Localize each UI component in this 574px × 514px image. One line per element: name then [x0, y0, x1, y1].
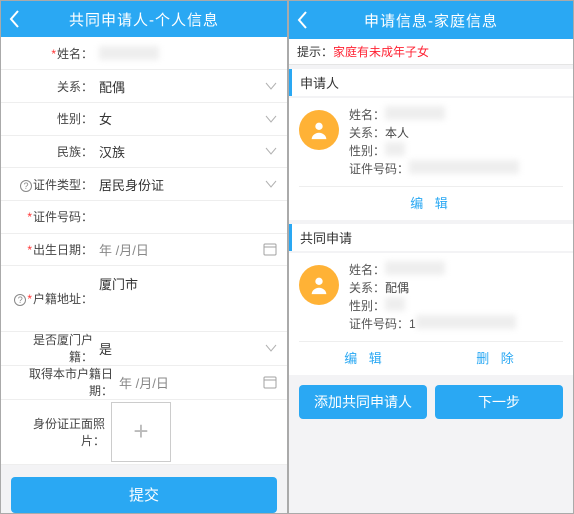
left-panel: 共同申请人-个人信息 *姓名： 关系： 配偶 性别： 女 民族： 汉族 ?证件类…	[0, 0, 288, 514]
help-icon[interactable]: ?	[14, 294, 26, 306]
chevron-down-icon	[265, 145, 277, 157]
tip-bar: 提示：家庭有未成年子女	[289, 39, 573, 65]
edit-link[interactable]: 编 辑	[410, 193, 452, 212]
row-addr[interactable]: ?*户籍地址： 厦门市	[1, 266, 287, 331]
chevron-down-icon	[265, 80, 277, 92]
add-coapplicant-button[interactable]: 添加共同申请人	[299, 385, 427, 419]
calendar-icon	[263, 242, 277, 256]
calendar-icon	[263, 375, 277, 389]
name-value	[99, 46, 159, 60]
back-icon[interactable]	[9, 10, 21, 28]
header: 申请信息-家庭信息	[289, 1, 573, 39]
submit-button[interactable]: 提交	[11, 477, 277, 513]
section-coapplicant: 共同申请	[289, 224, 573, 251]
delete-link[interactable]: 删 除	[476, 348, 518, 367]
row-gender[interactable]: 性别： 女	[1, 103, 287, 136]
row-gotdate[interactable]: 取得本市户籍日期： 年 /月/日	[1, 366, 287, 400]
help-icon[interactable]: ?	[20, 180, 32, 192]
edit-link[interactable]: 编 辑	[344, 348, 386, 367]
right-panel: 申请信息-家庭信息 提示：家庭有未成年子女 申请人 姓名： 关系：本人 性别： …	[288, 0, 574, 514]
photo-upload[interactable]: +	[111, 402, 171, 462]
row-name[interactable]: *姓名：	[1, 37, 287, 70]
page-title: 共同申请人-个人信息	[69, 9, 219, 30]
row-isxm[interactable]: 是否厦门户籍： 是	[1, 332, 287, 366]
page-title: 申请信息-家庭信息	[364, 10, 498, 31]
row-idno[interactable]: *证件号码：	[1, 201, 287, 234]
back-icon[interactable]	[297, 11, 309, 29]
coapplicant-card: 姓名： 关系：配偶 性别： 证件号码：1 编 辑 删 除	[289, 253, 573, 375]
row-birth[interactable]: *出生日期： 年 /月/日	[1, 234, 287, 267]
chevron-down-icon	[265, 178, 277, 190]
section-applicant: 申请人	[289, 69, 573, 96]
header: 共同申请人-个人信息	[1, 1, 287, 37]
row-photo[interactable]: 身份证正面照片： +	[1, 400, 287, 465]
row-relation[interactable]: 关系： 配偶	[1, 70, 287, 103]
chevron-down-icon	[265, 342, 277, 354]
chevron-down-icon	[265, 113, 277, 125]
applicant-card: 姓名： 关系：本人 性别： 证件号码： 编 辑	[289, 98, 573, 220]
row-nation[interactable]: 民族： 汉族	[1, 136, 287, 169]
avatar	[299, 110, 339, 150]
avatar	[299, 265, 339, 305]
next-button[interactable]: 下一步	[435, 385, 563, 419]
row-idtype[interactable]: ?证件类型： 居民身份证	[1, 168, 287, 201]
